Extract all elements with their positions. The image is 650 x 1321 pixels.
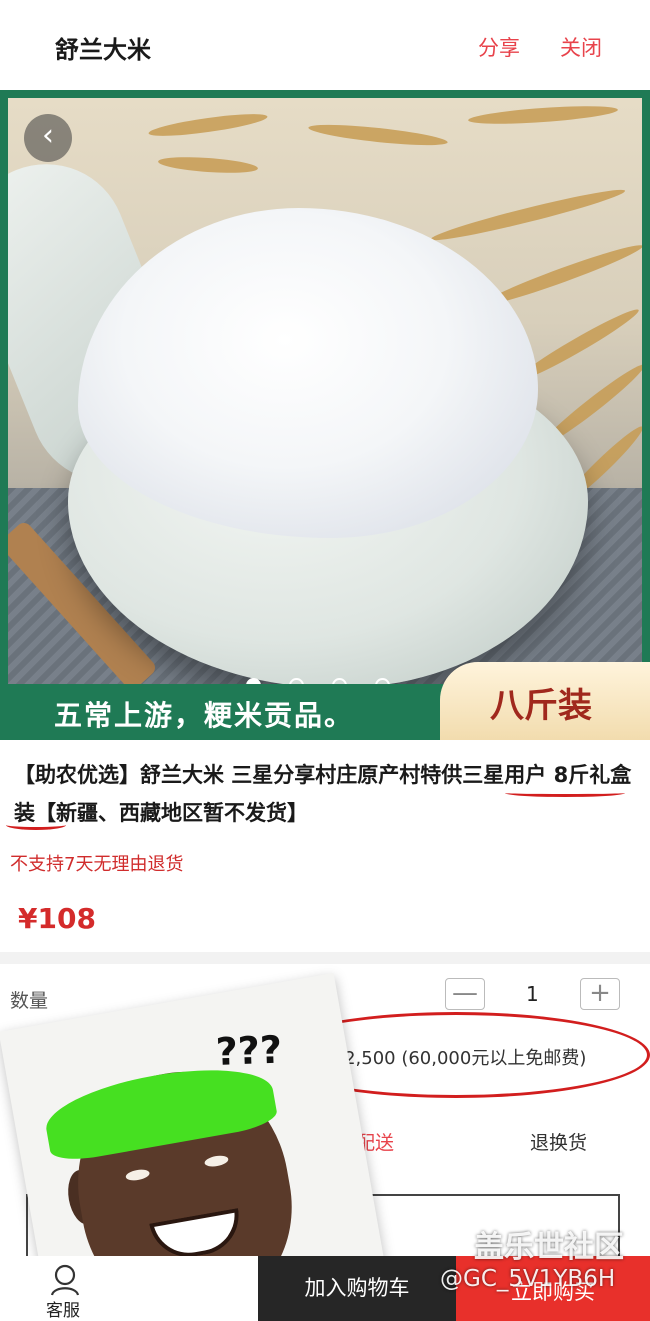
add-to-cart-button[interactable]: 加入购物车 (258, 1256, 456, 1321)
customer-service-label[interactable]: 客服 (46, 1296, 80, 1321)
share-button[interactable]: 分享 (478, 32, 520, 62)
quantity-decrease-button[interactable]: — (445, 978, 485, 1010)
watermark-user: @GC_5V1YB6H (440, 1266, 616, 1292)
return-policy: 不支持7天无理由退货 (10, 854, 184, 875)
handdrawn-underline (505, 789, 625, 797)
tab-returns[interactable]: 退换货 (530, 1128, 587, 1155)
product-photo: ‹ (8, 98, 642, 738)
product-info: 【助农优选】舒兰大米 三星分享村庄原产村特供三星用户 8斤礼盒装【新疆、西藏地区… (0, 740, 650, 952)
product-price: ¥108 (18, 902, 96, 935)
package-tag: 八斤装 (440, 662, 650, 740)
meme-question-marks: ??? (215, 1027, 283, 1074)
quantity-increase-button[interactable]: + (580, 978, 620, 1010)
watermark-community: 盖乐世社区 (474, 1230, 624, 1265)
image-banner: 五常上游，粳米贡品。 八斤装 (0, 662, 650, 740)
quantity-value[interactable]: 1 (526, 982, 539, 1006)
customer-service-icon[interactable] (48, 1262, 82, 1296)
product-image-carousel[interactable]: ‹ 五常上游，粳米贡品。 八斤装 (0, 90, 650, 740)
rice-bowl (78, 208, 538, 538)
handdrawn-underline (6, 820, 66, 830)
close-button[interactable]: 关闭 (560, 32, 602, 62)
quantity-label: 数量 (10, 990, 49, 1012)
back-arrow-icon[interactable]: ‹ (24, 114, 72, 162)
top-bar: 舒兰大米 分享 关闭 (0, 0, 650, 90)
page-title: 舒兰大米 (55, 36, 151, 64)
banner-slogan: 五常上游，粳米贡品。 (54, 699, 355, 732)
package-tag-label: 八斤装 (490, 686, 592, 726)
